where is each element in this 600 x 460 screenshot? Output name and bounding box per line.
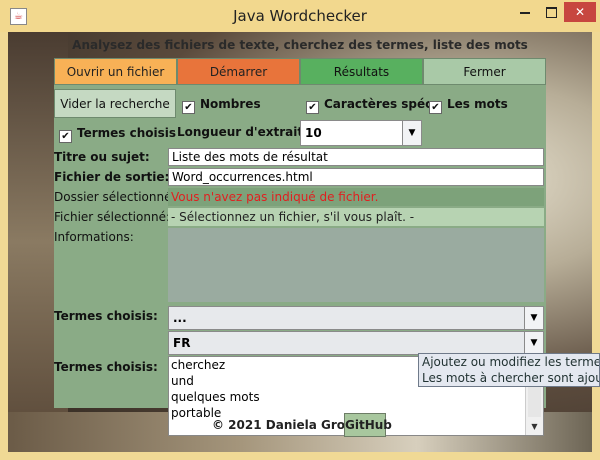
- chosen-terms-select-value: ...: [173, 311, 187, 325]
- tooltip-line-1: Ajoutez ou modifiez les termes c: [422, 355, 600, 369]
- words-checkbox[interactable]: ✔ Les mots: [429, 94, 508, 114]
- tooltip-line-2: Les mots à chercher sont ajouté: [422, 371, 600, 385]
- information-area: [168, 228, 544, 302]
- chevron-down-icon[interactable]: ▼: [524, 307, 543, 329]
- window-title: Java Wordchecker: [233, 7, 367, 25]
- selected-file-label: Fichier sélectionné:: [54, 210, 170, 224]
- language-select-value: FR: [173, 336, 191, 350]
- information-label: Informations:: [54, 230, 134, 244]
- chosen-terms-label: Termes choisis: [77, 126, 177, 140]
- chevron-down-icon[interactable]: ▼: [524, 332, 543, 354]
- page-heading: Analysez des fichiers de texte, cherchez…: [72, 38, 528, 52]
- title-input[interactable]: Liste des mots de résultat: [168, 148, 544, 166]
- start-button[interactable]: Démarrer: [177, 58, 300, 85]
- list-item: quelques mots: [171, 390, 260, 404]
- checkmark-icon: ✔: [182, 101, 195, 114]
- tooltip: Ajoutez ou modifiez les termes c Les mot…: [418, 353, 600, 387]
- close-button[interactable]: Fermer: [423, 58, 546, 85]
- close-window-button[interactable]: ✕: [564, 2, 596, 22]
- close-icon: ✕: [574, 5, 586, 19]
- output-file-label: Fichier de sortie:: [54, 170, 170, 184]
- maximize-button[interactable]: [538, 2, 564, 22]
- numbers-checkbox[interactable]: ✔ Nombres: [182, 94, 261, 114]
- scroll-down-icon[interactable]: ▼: [526, 419, 543, 435]
- special-chars-label: Caractères spéc.: [324, 97, 437, 111]
- excerpt-length-select[interactable]: 10 ▼: [300, 120, 422, 146]
- maximize-icon: [545, 7, 557, 18]
- minimize-icon: [520, 11, 530, 14]
- checkmark-icon: ✔: [306, 101, 319, 114]
- language-select[interactable]: FR ▼: [168, 331, 544, 355]
- results-button[interactable]: Résultats: [300, 58, 423, 85]
- selected-folder-label: Dossier sélectionné:: [54, 190, 176, 204]
- excerpt-length-value: 10: [305, 126, 322, 140]
- numbers-label: Nombres: [200, 97, 261, 111]
- special-chars-checkbox[interactable]: ✔ Caractères spéc.: [306, 94, 437, 114]
- checkmark-icon: ✔: [429, 101, 442, 114]
- chosen-terms-label-2: Termes choisis:: [54, 360, 158, 374]
- open-file-button[interactable]: Ouvrir un fichier: [54, 58, 177, 85]
- excerpt-length-label: Longueur d'extrait:: [177, 125, 308, 139]
- chosen-terms-select[interactable]: ... ▼: [168, 306, 544, 330]
- chevron-down-icon[interactable]: ▼: [402, 121, 421, 145]
- selected-folder-value: Vous n'avez pas indiqué de fichier.: [168, 188, 544, 206]
- copyright-text: © 2021 Daniela Groth: [212, 418, 360, 432]
- words-label: Les mots: [447, 97, 508, 111]
- selected-file-value: - Sélectionnez un fichier, s'il vous pla…: [168, 208, 544, 226]
- app-window: ☕ Java Wordchecker ✕ Analysez des fichie…: [0, 0, 600, 460]
- minimize-button[interactable]: [512, 2, 538, 22]
- checkmark-icon: ✔: [59, 130, 72, 143]
- output-file-input[interactable]: Word_occurrences.html: [168, 168, 544, 186]
- clear-search-button[interactable]: Vider la recherche: [54, 89, 176, 118]
- chosen-terms-label-1: Termes choisis:: [54, 309, 158, 323]
- github-button[interactable]: GitHub: [344, 413, 392, 437]
- main-content: Analysez des fichiers de texte, cherchez…: [8, 32, 592, 452]
- chosen-terms-checkbox[interactable]: ✔ Termes choisis: [59, 123, 176, 143]
- title-label: Titre ou sujet:: [54, 150, 150, 164]
- title-bar[interactable]: ☕ Java Wordchecker ✕: [0, 0, 600, 32]
